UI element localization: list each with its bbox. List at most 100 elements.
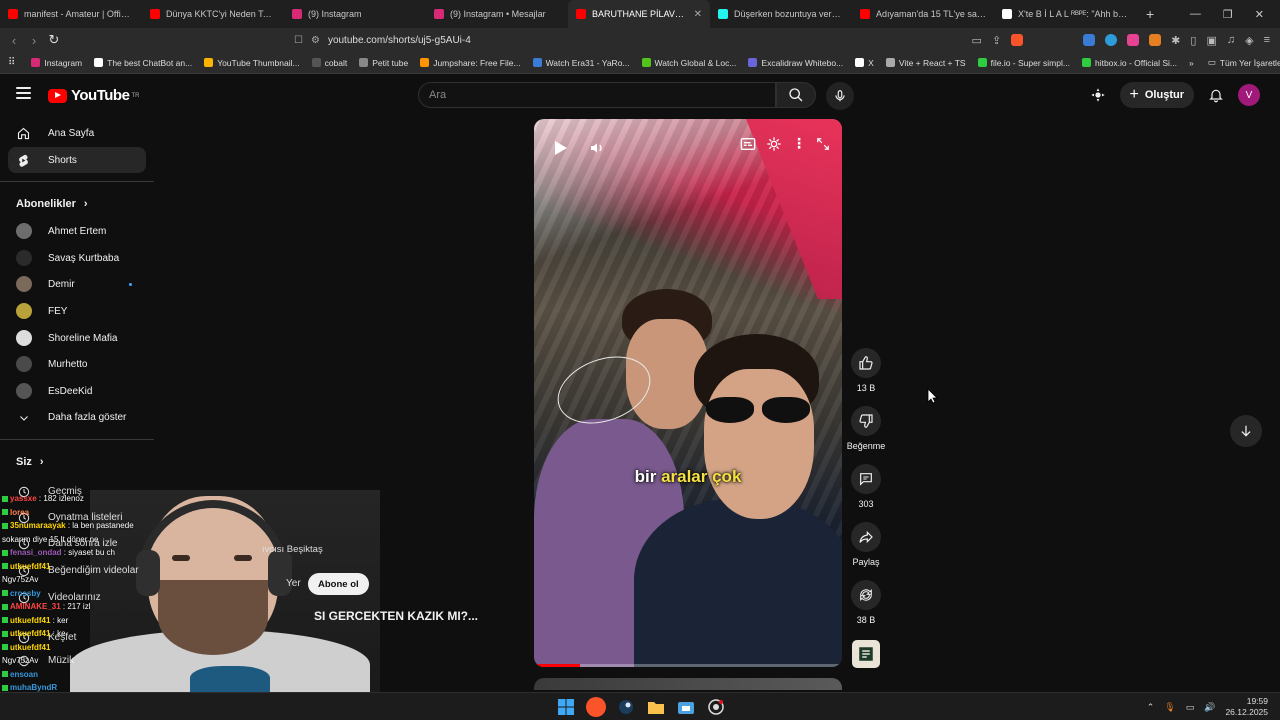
- comments-button[interactable]: 303: [846, 464, 886, 509]
- extension-icon[interactable]: [1083, 34, 1096, 46]
- account-avatar[interactable]: V: [1238, 84, 1260, 106]
- forward-icon[interactable]: ›: [24, 33, 44, 48]
- sidebar-item-shorts[interactable]: Shorts: [8, 147, 146, 173]
- site-info-icon[interactable]: ⚙: [311, 35, 320, 46]
- bookmark-item[interactable]: YouTube Thumbnail...: [204, 58, 300, 68]
- minimize-icon[interactable]: —: [1190, 8, 1201, 21]
- close-window-icon[interactable]: ✕: [1255, 8, 1264, 21]
- url-field[interactable]: ☐ ⚙ youtube.com/shorts/uj5-g5AUi-4: [294, 35, 471, 46]
- bookmark-star-icon[interactable]: ☐: [294, 35, 303, 46]
- chevron-up-icon[interactable]: ⌃: [1147, 702, 1155, 713]
- vpn-icon[interactable]: ◈: [1245, 34, 1253, 47]
- bookmark-item[interactable]: cobalt: [311, 58, 347, 68]
- maximize-icon[interactable]: ❐: [1223, 8, 1233, 21]
- sidebar-item-home[interactable]: Ana Sayfa: [0, 120, 154, 146]
- microphone-icon: [835, 90, 845, 102]
- youtube-logo[interactable]: YouTube TR: [48, 87, 139, 104]
- new-tab-button[interactable]: +: [1136, 6, 1164, 22]
- bookmark-item[interactable]: Instagram: [31, 58, 82, 68]
- volume-tray-icon[interactable]: 🔊: [1204, 702, 1215, 713]
- subscription-item[interactable]: Ahmet Ertem: [0, 218, 154, 245]
- next-short-preview[interactable]: [534, 678, 842, 690]
- subscribe-button[interactable]: Abone ol: [308, 573, 369, 595]
- browser-tab[interactable]: BARUTHANE PİLAVCISI GE ✕: [568, 0, 710, 28]
- all-bookmarks-link[interactable]: ▭ Tüm Yer İşaretleri: [1208, 57, 1280, 68]
- brave-shield-icon[interactable]: [1011, 34, 1024, 46]
- browser-tab[interactable]: Adıyaman'da 15 TL'ye satılan t: [852, 0, 994, 28]
- menu-icon[interactable]: ≡: [1264, 34, 1270, 46]
- create-button[interactable]: + Oluştur: [1119, 82, 1194, 108]
- bookmark-item[interactable]: hitbox.io - Official Si...: [1081, 58, 1177, 68]
- like-button[interactable]: 13 B: [846, 348, 886, 393]
- brave-browser-icon[interactable]: [586, 697, 606, 717]
- subscription-item[interactable]: FEY: [0, 298, 154, 325]
- bookmark-item[interactable]: Excalidraw Whitebo...: [748, 58, 843, 68]
- obs-icon[interactable]: [706, 697, 726, 717]
- video-title: SI GERCEKTEN KAZIK MI?...: [314, 609, 479, 623]
- extension-icon[interactable]: [1149, 34, 1162, 46]
- subscription-item[interactable]: Savaş Kurtbaba: [0, 245, 154, 272]
- bookmark-item[interactable]: file.io - Super simpl...: [977, 58, 1070, 68]
- cast-icon[interactable]: ▭: [972, 34, 982, 47]
- network-icon[interactable]: ▭: [1186, 702, 1195, 713]
- media-icon[interactable]: ♫: [1227, 34, 1235, 46]
- fullscreen-icon[interactable]: [816, 137, 830, 151]
- browser-tab[interactable]: Dünya KKTC'yi Neden Tanımıyo: [142, 0, 284, 28]
- apps-grid-icon[interactable]: ⠿: [8, 57, 15, 68]
- bookmark-item[interactable]: X: [855, 58, 874, 68]
- bookmark-item[interactable]: Petit tube: [359, 58, 408, 68]
- windows-start-icon[interactable]: [556, 697, 576, 717]
- dislike-button[interactable]: Beğenme: [846, 406, 886, 451]
- bookmark-item[interactable]: The best ChatBot an...: [94, 58, 192, 68]
- browser-tab[interactable]: (9) Instagram: [284, 0, 426, 28]
- system-clock[interactable]: 19:59 26.12.2025: [1225, 696, 1268, 718]
- close-tab-icon[interactable]: ✕: [694, 9, 702, 20]
- store-icon[interactable]: [676, 697, 696, 717]
- share-page-icon[interactable]: ⇪: [992, 34, 1001, 47]
- show-more-button[interactable]: Daha fazla göster: [0, 405, 154, 431]
- more-vertical-icon[interactable]: ⋮: [792, 135, 806, 152]
- extension-icon[interactable]: [1127, 34, 1140, 46]
- microphone-tray-icon[interactable]: 🎙: [1164, 702, 1175, 713]
- bookmark-item[interactable]: Jumpshare: Free File...: [420, 58, 521, 68]
- browser-tab[interactable]: Düşerken bozuntuya vermeme: [710, 0, 852, 28]
- steam-icon[interactable]: [616, 697, 636, 717]
- remix-button[interactable]: 38 B: [846, 580, 886, 625]
- puzzle-icon[interactable]: ✱: [1171, 34, 1180, 47]
- bookmark-item[interactable]: Watch Global & Loc...: [641, 58, 736, 68]
- sound-thumbnail[interactable]: [852, 640, 880, 668]
- hamburger-menu-icon[interactable]: [16, 87, 31, 99]
- bookmark-item[interactable]: Watch Era31 - YaRo...: [532, 58, 630, 68]
- subscription-item[interactable]: Shoreline Mafia: [0, 325, 154, 352]
- wallet-icon[interactable]: ▣: [1206, 34, 1216, 47]
- play-button[interactable]: [550, 137, 572, 159]
- extension-icon[interactable]: [1105, 34, 1118, 46]
- captions-icon[interactable]: [740, 137, 756, 151]
- subscription-item[interactable]: EsDeeKid: [0, 378, 154, 405]
- share-button[interactable]: Paylaş: [846, 522, 886, 567]
- browser-tab[interactable]: (9) Instagram • Mesajlar: [426, 0, 568, 28]
- browser-tab[interactable]: X'te B İ L A L ᴿᴮᴾᴱ: "Ahh be içer: [994, 0, 1136, 28]
- subscription-item[interactable]: Demir: [0, 271, 154, 298]
- reload-icon[interactable]: ↻: [44, 32, 64, 48]
- voice-search-button[interactable]: [826, 82, 854, 110]
- browser-tab[interactable]: manifest - Amateur | Official M: [0, 0, 142, 28]
- bell-icon[interactable]: [1208, 87, 1224, 103]
- channel-name[interactable]: ıvcısı Beşiktaş: [262, 544, 323, 555]
- volume-button[interactable]: [586, 137, 608, 159]
- more-bookmarks-icon[interactable]: »: [1189, 58, 1194, 68]
- search-input[interactable]: [419, 83, 775, 107]
- subscription-item[interactable]: Murhetto: [0, 351, 154, 378]
- sidebar-toggle-icon[interactable]: ▯: [1190, 34, 1196, 47]
- studio-icon[interactable]: [1090, 87, 1106, 103]
- settings-gear-icon[interactable]: [766, 136, 782, 152]
- subscriptions-heading[interactable]: Abonelikler ›: [0, 190, 154, 218]
- you-heading[interactable]: Siz ›: [0, 448, 154, 476]
- file-explorer-icon[interactable]: [646, 697, 666, 717]
- search-button[interactable]: [776, 82, 816, 108]
- bookmark-item[interactable]: Vite + React + TS: [885, 58, 966, 68]
- next-short-button[interactable]: [1230, 415, 1262, 447]
- back-icon[interactable]: ‹: [4, 33, 24, 48]
- shorts-video-player[interactable]: ⋮ bir aralar çok: [534, 119, 842, 667]
- video-progress-bar[interactable]: [534, 664, 842, 667]
